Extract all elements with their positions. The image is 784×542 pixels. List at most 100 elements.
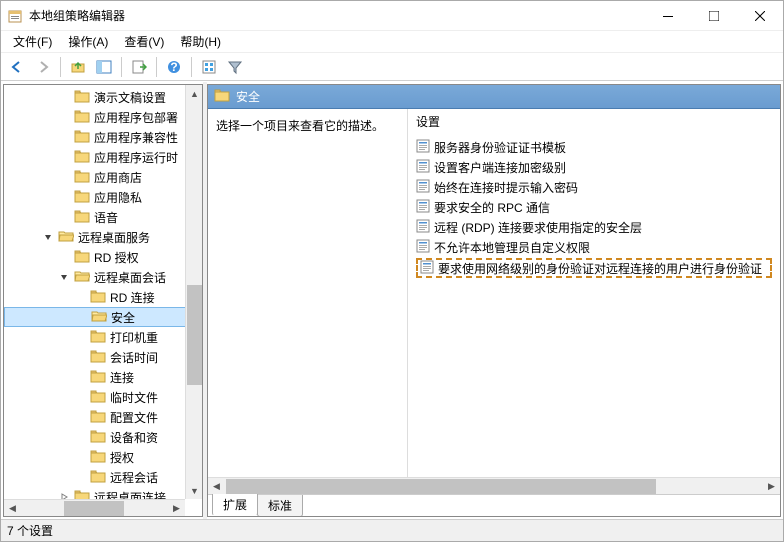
tab-standard[interactable]: 标准 bbox=[257, 495, 303, 517]
tree-item-label: 演示文稿设置 bbox=[94, 89, 166, 106]
menu-file[interactable]: 文件(F) bbox=[5, 31, 60, 52]
tree-item[interactable]: 应用隐私 bbox=[4, 187, 202, 207]
filter-button[interactable] bbox=[223, 55, 247, 79]
tree-item-label: 安全 bbox=[111, 309, 135, 326]
scroll-right-arrow-icon[interactable]: ▶ bbox=[168, 500, 185, 517]
policy-setting-icon bbox=[416, 199, 430, 216]
expander-placeholder bbox=[74, 391, 86, 403]
tree-vertical-scrollbar[interactable]: ▲ ▼ bbox=[185, 85, 202, 499]
settings-list: 服务器身份验证证书模板设置客户端连接加密级别始终在连接时提示输入密码要求安全的 … bbox=[408, 135, 780, 281]
scroll-thumb[interactable] bbox=[187, 285, 202, 385]
tree-item-label: 授权 bbox=[110, 449, 134, 466]
folder-icon bbox=[86, 449, 110, 466]
details-body: 选择一个项目来查看它的描述。 设置 服务器身份验证证书模板设置客户端连接加密级别… bbox=[208, 109, 780, 477]
tree-item[interactable]: RD 授权 bbox=[4, 247, 202, 267]
details-header-title: 安全 bbox=[236, 88, 260, 105]
scroll-right-arrow-icon[interactable]: ▶ bbox=[763, 478, 780, 495]
scroll-left-arrow-icon[interactable]: ◀ bbox=[4, 500, 21, 517]
tree-item-label: 应用隐私 bbox=[94, 189, 142, 206]
expander-placeholder bbox=[74, 411, 86, 423]
nav-back-button[interactable] bbox=[5, 55, 29, 79]
chevron-down-icon[interactable] bbox=[58, 271, 70, 283]
all-settings-button[interactable] bbox=[197, 55, 221, 79]
tree-pane: 演示文稿设置应用程序包部署应用程序兼容性应用程序运行时应用商店应用隐私语音远程桌… bbox=[3, 84, 203, 517]
expander-placeholder bbox=[58, 131, 70, 143]
expander-placeholder bbox=[58, 211, 70, 223]
close-button[interactable] bbox=[737, 1, 783, 31]
show-hide-tree-button[interactable] bbox=[92, 55, 116, 79]
setting-item[interactable]: 服务器身份验证证书模板 bbox=[416, 137, 772, 157]
scroll-down-arrow-icon[interactable]: ▼ bbox=[186, 482, 203, 499]
folder-icon bbox=[86, 289, 110, 306]
tree-item[interactable]: RD 连接 bbox=[4, 287, 202, 307]
folder-icon bbox=[70, 209, 94, 226]
tree-item[interactable]: 远程会话 bbox=[4, 467, 202, 487]
maximize-button[interactable] bbox=[691, 1, 737, 31]
tree-item[interactable]: 授权 bbox=[4, 447, 202, 467]
tab-extended[interactable]: 扩展 bbox=[212, 494, 258, 516]
menu-view[interactable]: 查看(V) bbox=[116, 31, 172, 52]
tree-item-label: 远程会话 bbox=[110, 469, 158, 486]
chevron-down-icon[interactable] bbox=[42, 231, 54, 243]
expander-placeholder bbox=[58, 191, 70, 203]
scroll-thumb[interactable] bbox=[64, 501, 124, 516]
policy-setting-icon bbox=[416, 179, 430, 196]
tree-item-label: RD 授权 bbox=[94, 249, 139, 266]
settings-list-column: 设置 服务器身份验证证书模板设置客户端连接加密级别始终在连接时提示输入密码要求安… bbox=[408, 109, 780, 477]
tree-item-label: 打印机重 bbox=[110, 329, 158, 346]
tree-item-label: 应用商店 bbox=[94, 169, 142, 186]
tree-item[interactable]: 应用程序兼容性 bbox=[4, 127, 202, 147]
folder-icon bbox=[70, 109, 94, 126]
tree-item-label: 应用程序运行时 bbox=[94, 149, 178, 166]
nav-tree[interactable]: 演示文稿设置应用程序包部署应用程序兼容性应用程序运行时应用商店应用隐私语音远程桌… bbox=[4, 85, 202, 509]
minimize-button[interactable] bbox=[645, 1, 691, 31]
details-pane: 安全 选择一个项目来查看它的描述。 设置 服务器身份验证证书模板设置客户端连接加… bbox=[207, 84, 781, 517]
tree-item[interactable]: 远程桌面会话 bbox=[4, 267, 202, 287]
scroll-up-arrow-icon[interactable]: ▲ bbox=[186, 85, 203, 102]
tree-item[interactable]: 连接 bbox=[4, 367, 202, 387]
tree-horizontal-scrollbar[interactable]: ◀ ▶ bbox=[4, 499, 185, 516]
tree-item[interactable]: 临时文件 bbox=[4, 387, 202, 407]
folder-icon bbox=[70, 189, 94, 206]
setting-item[interactable]: 要求使用网络级别的身份验证对远程连接的用户进行身份验证 bbox=[416, 258, 772, 278]
setting-item[interactable]: 设置客户端连接加密级别 bbox=[416, 157, 772, 177]
titlebar: 本地组策略编辑器 bbox=[1, 1, 783, 31]
tree-item[interactable]: 应用程序运行时 bbox=[4, 147, 202, 167]
help-button[interactable]: ? bbox=[162, 55, 186, 79]
tree-item[interactable]: 演示文稿设置 bbox=[4, 87, 202, 107]
folder-icon bbox=[70, 149, 94, 166]
folder-icon bbox=[86, 369, 110, 386]
folder-icon bbox=[54, 229, 78, 246]
setting-item-label: 不允许本地管理员自定义权限 bbox=[434, 239, 590, 256]
expander-placeholder bbox=[74, 431, 86, 443]
tree-item[interactable]: 打印机重 bbox=[4, 327, 202, 347]
setting-item[interactable]: 要求安全的 RPC 通信 bbox=[416, 197, 772, 217]
scroll-thumb[interactable] bbox=[226, 479, 656, 494]
up-level-button[interactable] bbox=[66, 55, 90, 79]
tree-item-label: 应用程序包部署 bbox=[94, 109, 178, 126]
tree-item[interactable]: 配置文件 bbox=[4, 407, 202, 427]
description-prompt: 选择一个项目来查看它的描述。 bbox=[216, 117, 399, 134]
expander-placeholder bbox=[58, 91, 70, 103]
tree-item[interactable]: 语音 bbox=[4, 207, 202, 227]
menu-action[interactable]: 操作(A) bbox=[60, 31, 116, 52]
tree-item[interactable]: 远程桌面服务 bbox=[4, 227, 202, 247]
nav-forward-button[interactable] bbox=[31, 55, 55, 79]
expander-placeholder bbox=[58, 171, 70, 183]
toolbar-separator bbox=[121, 57, 122, 77]
tree-item[interactable]: 设备和资 bbox=[4, 427, 202, 447]
scroll-left-arrow-icon[interactable]: ◀ bbox=[208, 478, 225, 495]
tree-item[interactable]: 会话时间 bbox=[4, 347, 202, 367]
settings-column-header[interactable]: 设置 bbox=[408, 109, 780, 135]
setting-item[interactable]: 不允许本地管理员自定义权限 bbox=[416, 237, 772, 257]
tree-item[interactable]: 应用商店 bbox=[4, 167, 202, 187]
tree-item[interactable]: 应用程序包部署 bbox=[4, 107, 202, 127]
expander-placeholder bbox=[74, 331, 86, 343]
setting-item[interactable]: 远程 (RDP) 连接要求使用指定的安全层 bbox=[416, 217, 772, 237]
details-horizontal-scrollbar[interactable]: ◀ ▶ bbox=[208, 477, 780, 494]
folder-icon bbox=[86, 429, 110, 446]
menu-help[interactable]: 帮助(H) bbox=[172, 31, 229, 52]
export-list-button[interactable] bbox=[127, 55, 151, 79]
tree-item[interactable]: 安全 bbox=[4, 307, 202, 327]
setting-item[interactable]: 始终在连接时提示输入密码 bbox=[416, 177, 772, 197]
